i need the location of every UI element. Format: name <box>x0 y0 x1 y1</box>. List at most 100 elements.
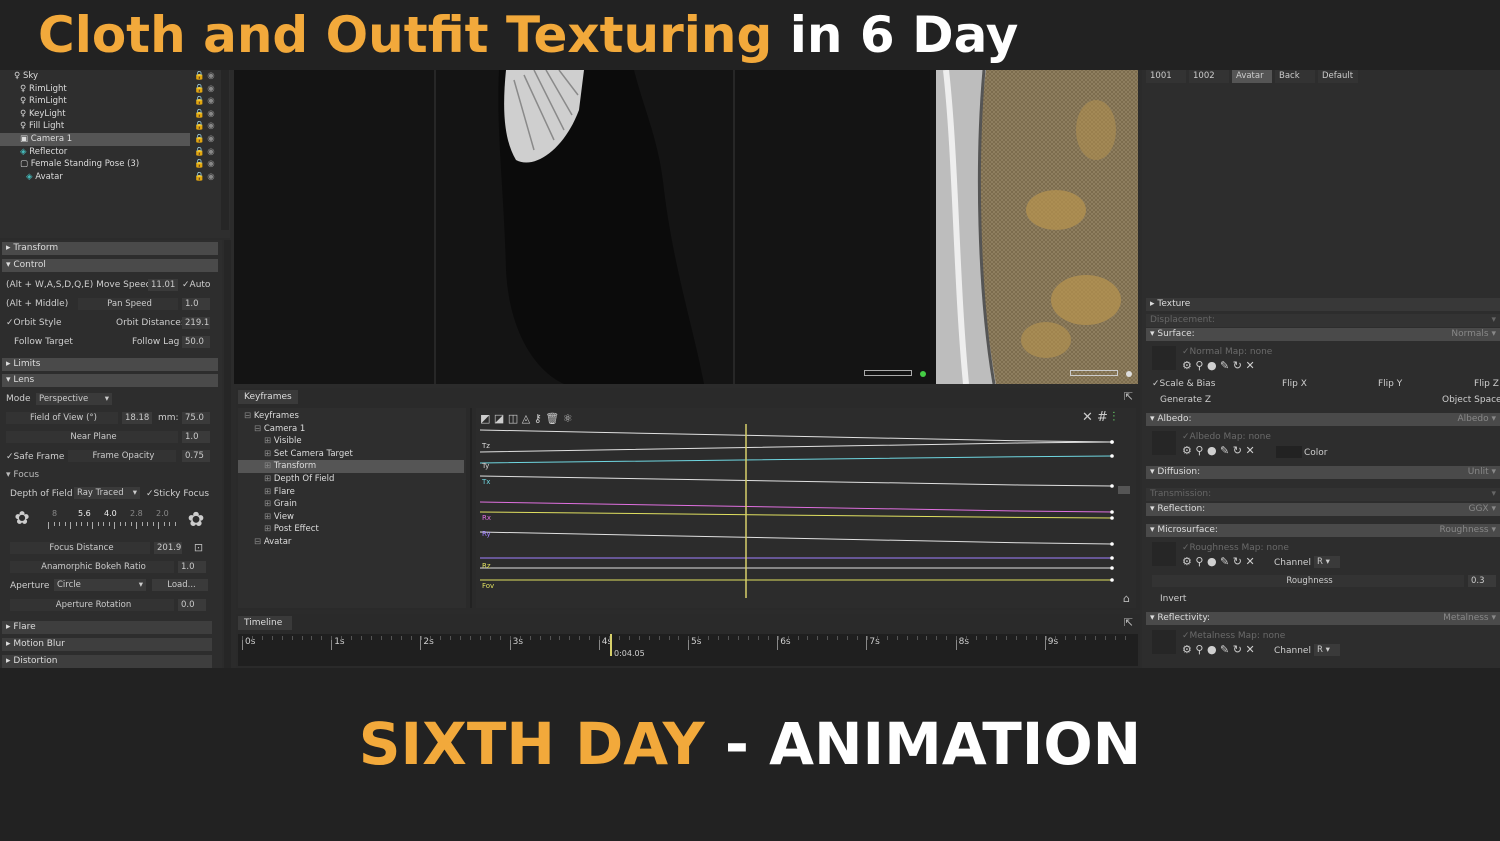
aperture-rotation-input[interactable]: 0.0 <box>178 599 206 611</box>
albedo-map-checkbox[interactable]: ✓Albedo Map: none <box>1182 431 1271 443</box>
section-motion-blur[interactable]: ▸ Motion Blur <box>2 638 212 651</box>
animation-curve[interactable] <box>479 441 1113 453</box>
scene-tree-item[interactable]: ◈ Avatar <box>0 171 190 184</box>
pencil-icon[interactable]: ✎ <box>1220 359 1229 372</box>
dof-select[interactable]: Ray Traced ▾ <box>74 487 140 499</box>
gear-icon[interactable]: ⚙ <box>1182 359 1192 372</box>
keyframe-point[interactable] <box>1110 516 1114 520</box>
popout-icon[interactable]: ⇱ <box>1122 390 1135 403</box>
pan-speed-slider[interactable]: Pan Speed <box>78 298 178 310</box>
animation-curve[interactable] <box>479 475 1113 487</box>
close-icon[interactable]: ✕ <box>1245 359 1254 372</box>
keyframe-point[interactable] <box>1110 484 1114 488</box>
section-distortion[interactable]: ▸ Distortion <box>2 655 212 668</box>
dot-icon[interactable]: ● <box>1207 444 1217 457</box>
keyframe-tree-item[interactable]: ⊞ Post Effect <box>238 523 464 536</box>
lock-visibility-icon[interactable]: 🔒 ◉ <box>194 83 215 96</box>
lock-visibility-icon[interactable]: 🔒 ◉ <box>194 158 215 171</box>
diffusion-select[interactable]: Unlit ▾ <box>1468 466 1500 479</box>
dot-icon[interactable]: ● <box>1207 643 1217 656</box>
section-microsurface[interactable]: ▾ Microsurface: Roughness ▾ <box>1146 524 1500 537</box>
close-icon[interactable]: ✕ <box>1245 444 1254 457</box>
roughness-slider[interactable]: Roughness <box>1152 575 1464 587</box>
fstop-slider[interactable]: 8 5.6 4.0 2.8 2.0 <box>40 508 180 532</box>
expand-icon[interactable]: ⊟ <box>254 424 264 434</box>
keyframe-point[interactable] <box>1110 542 1114 546</box>
fov-slider[interactable]: Field of View (°) <box>6 412 118 424</box>
search-icon[interactable]: ⚲ <box>1195 555 1203 568</box>
invert-checkbox[interactable]: Invert <box>1160 593 1186 605</box>
pencil-icon[interactable]: ✎ <box>1220 555 1229 568</box>
expand-icon[interactable]: ⊞ <box>264 499 274 509</box>
search-icon[interactable]: ⚲ <box>1195 359 1203 372</box>
keyframe-point[interactable] <box>1110 510 1114 514</box>
mode-select[interactable]: Perspective ▾ <box>36 393 112 405</box>
dot-icon[interactable]: ● <box>1207 359 1217 372</box>
section-transmission[interactable]: Transmission: ▾ <box>1146 488 1500 501</box>
section-reflectivity[interactable]: ▾ Reflectivity: Metalness ▾ <box>1146 612 1500 625</box>
aperture-rotation-slider[interactable]: Aperture Rotation <box>10 599 174 611</box>
flip-z-checkbox[interactable]: Flip Z <box>1474 378 1499 390</box>
refresh-icon[interactable]: ↻ <box>1233 555 1242 568</box>
bokeh-ratio-input[interactable]: 1.0 <box>178 561 206 573</box>
section-flare[interactable]: ▸ Flare <box>2 621 212 634</box>
animation-curve[interactable] <box>479 455 1113 464</box>
section-albedo[interactable]: ▾ Albedo: Albedo ▾ <box>1146 413 1500 426</box>
keyframe-tree-item[interactable]: ⊞ Grain <box>238 498 464 511</box>
material-tab[interactable]: 1002 <box>1189 70 1229 83</box>
splitter[interactable] <box>470 408 472 608</box>
refresh-icon[interactable]: ↻ <box>1233 444 1242 457</box>
lock-visibility-icon[interactable]: 🔒 ◉ <box>194 146 215 159</box>
scene-tree-item[interactable]: ♀ Sky <box>0 70 190 83</box>
move-speed-input[interactable]: 11.01 <box>148 279 178 291</box>
metalness-map-slot[interactable] <box>1152 630 1176 654</box>
pan-speed-input[interactable]: 1.0 <box>182 298 210 310</box>
orbit-distance-input[interactable]: 219.1 <box>182 317 210 329</box>
material-tab[interactable]: Avatar <box>1232 70 1272 83</box>
keyframe-tree-item[interactable]: ⊞ View <box>238 511 464 524</box>
tab-timeline[interactable]: Timeline <box>238 616 292 630</box>
scene-tree-item[interactable]: ♀ Fill Light <box>0 120 190 133</box>
curve-editor[interactable]: ◩ ◪ ◫ ◬ ⚷ 🗑 ⚛ ✕ # ⫶ Tz Ty Tx Rx Ry Rz Fov ⌂ <box>476 408 1136 608</box>
channel-select[interactable]: R ▾ <box>1314 644 1340 656</box>
section-focus[interactable]: ▾ Focus <box>6 469 39 481</box>
search-icon[interactable]: ⚲ <box>1195 444 1203 457</box>
section-control[interactable]: ▾ Control <box>2 259 218 272</box>
tab-keyframes[interactable]: Keyframes <box>238 390 298 404</box>
expand-icon[interactable]: ⊞ <box>264 487 274 497</box>
reflectivity-select[interactable]: Metalness ▾ <box>1443 612 1500 625</box>
keyframe-tree-item[interactable]: ⊟ Avatar <box>238 536 464 549</box>
normal-map-checkbox[interactable]: ✓Normal Map: none <box>1182 346 1272 358</box>
section-texture[interactable]: ▸ Texture <box>1146 298 1500 311</box>
section-surface[interactable]: ▾ Surface: Normals ▾ <box>1146 328 1500 341</box>
keyframe-tree-item[interactable]: ⊟ Keyframes <box>238 410 464 423</box>
scene-tree-scrollbar[interactable] <box>221 70 229 230</box>
channel-select[interactable]: R ▾ <box>1314 556 1340 568</box>
albedo-map-slot[interactable] <box>1152 431 1176 455</box>
expand-icon[interactable]: ⊞ <box>264 524 274 534</box>
refresh-icon[interactable]: ↻ <box>1233 359 1242 372</box>
generate-z-checkbox[interactable]: Generate Z <box>1160 394 1211 406</box>
keyframe-tree-item[interactable]: ⊟ Camera 1 <box>238 423 464 436</box>
animation-curve[interactable] <box>479 511 1113 519</box>
scene-tree-item[interactable]: ♀ KeyLight <box>0 108 190 121</box>
safe-frame-checkbox[interactable]: ✓Safe Frame <box>6 451 64 463</box>
flower-small-icon[interactable]: ✿ <box>10 508 34 530</box>
section-lens[interactable]: ▾ Lens <box>2 374 218 387</box>
scene-tree-item[interactable]: ▣ Camera 1 <box>0 133 190 146</box>
section-transform[interactable]: ▸ Transform <box>2 242 218 255</box>
properties-scrollbar[interactable] <box>224 240 231 668</box>
sticky-focus-checkbox[interactable]: ✓Sticky Focus <box>146 488 209 500</box>
gear-icon[interactable]: ⚙ <box>1182 643 1192 656</box>
expand-icon[interactable]: ⊞ <box>264 461 274 471</box>
animation-curve[interactable] <box>479 429 1113 443</box>
lock-visibility-icon[interactable]: 🔒 ◉ <box>194 120 215 133</box>
keyframe-tree-item[interactable]: ⊞ Flare <box>238 486 464 499</box>
roughness-map-checkbox[interactable]: ✓Roughness Map: none <box>1182 542 1289 554</box>
keyframe-point[interactable] <box>1110 578 1114 582</box>
lock-visibility-icon[interactable]: 🔒 ◉ <box>194 108 215 121</box>
expand-icon[interactable]: ⊟ <box>254 537 264 547</box>
near-plane-input[interactable]: 1.0 <box>182 431 210 443</box>
expand-icon[interactable]: ⊞ <box>264 512 274 522</box>
focus-picker-icon[interactable]: ⊡ <box>192 541 205 554</box>
